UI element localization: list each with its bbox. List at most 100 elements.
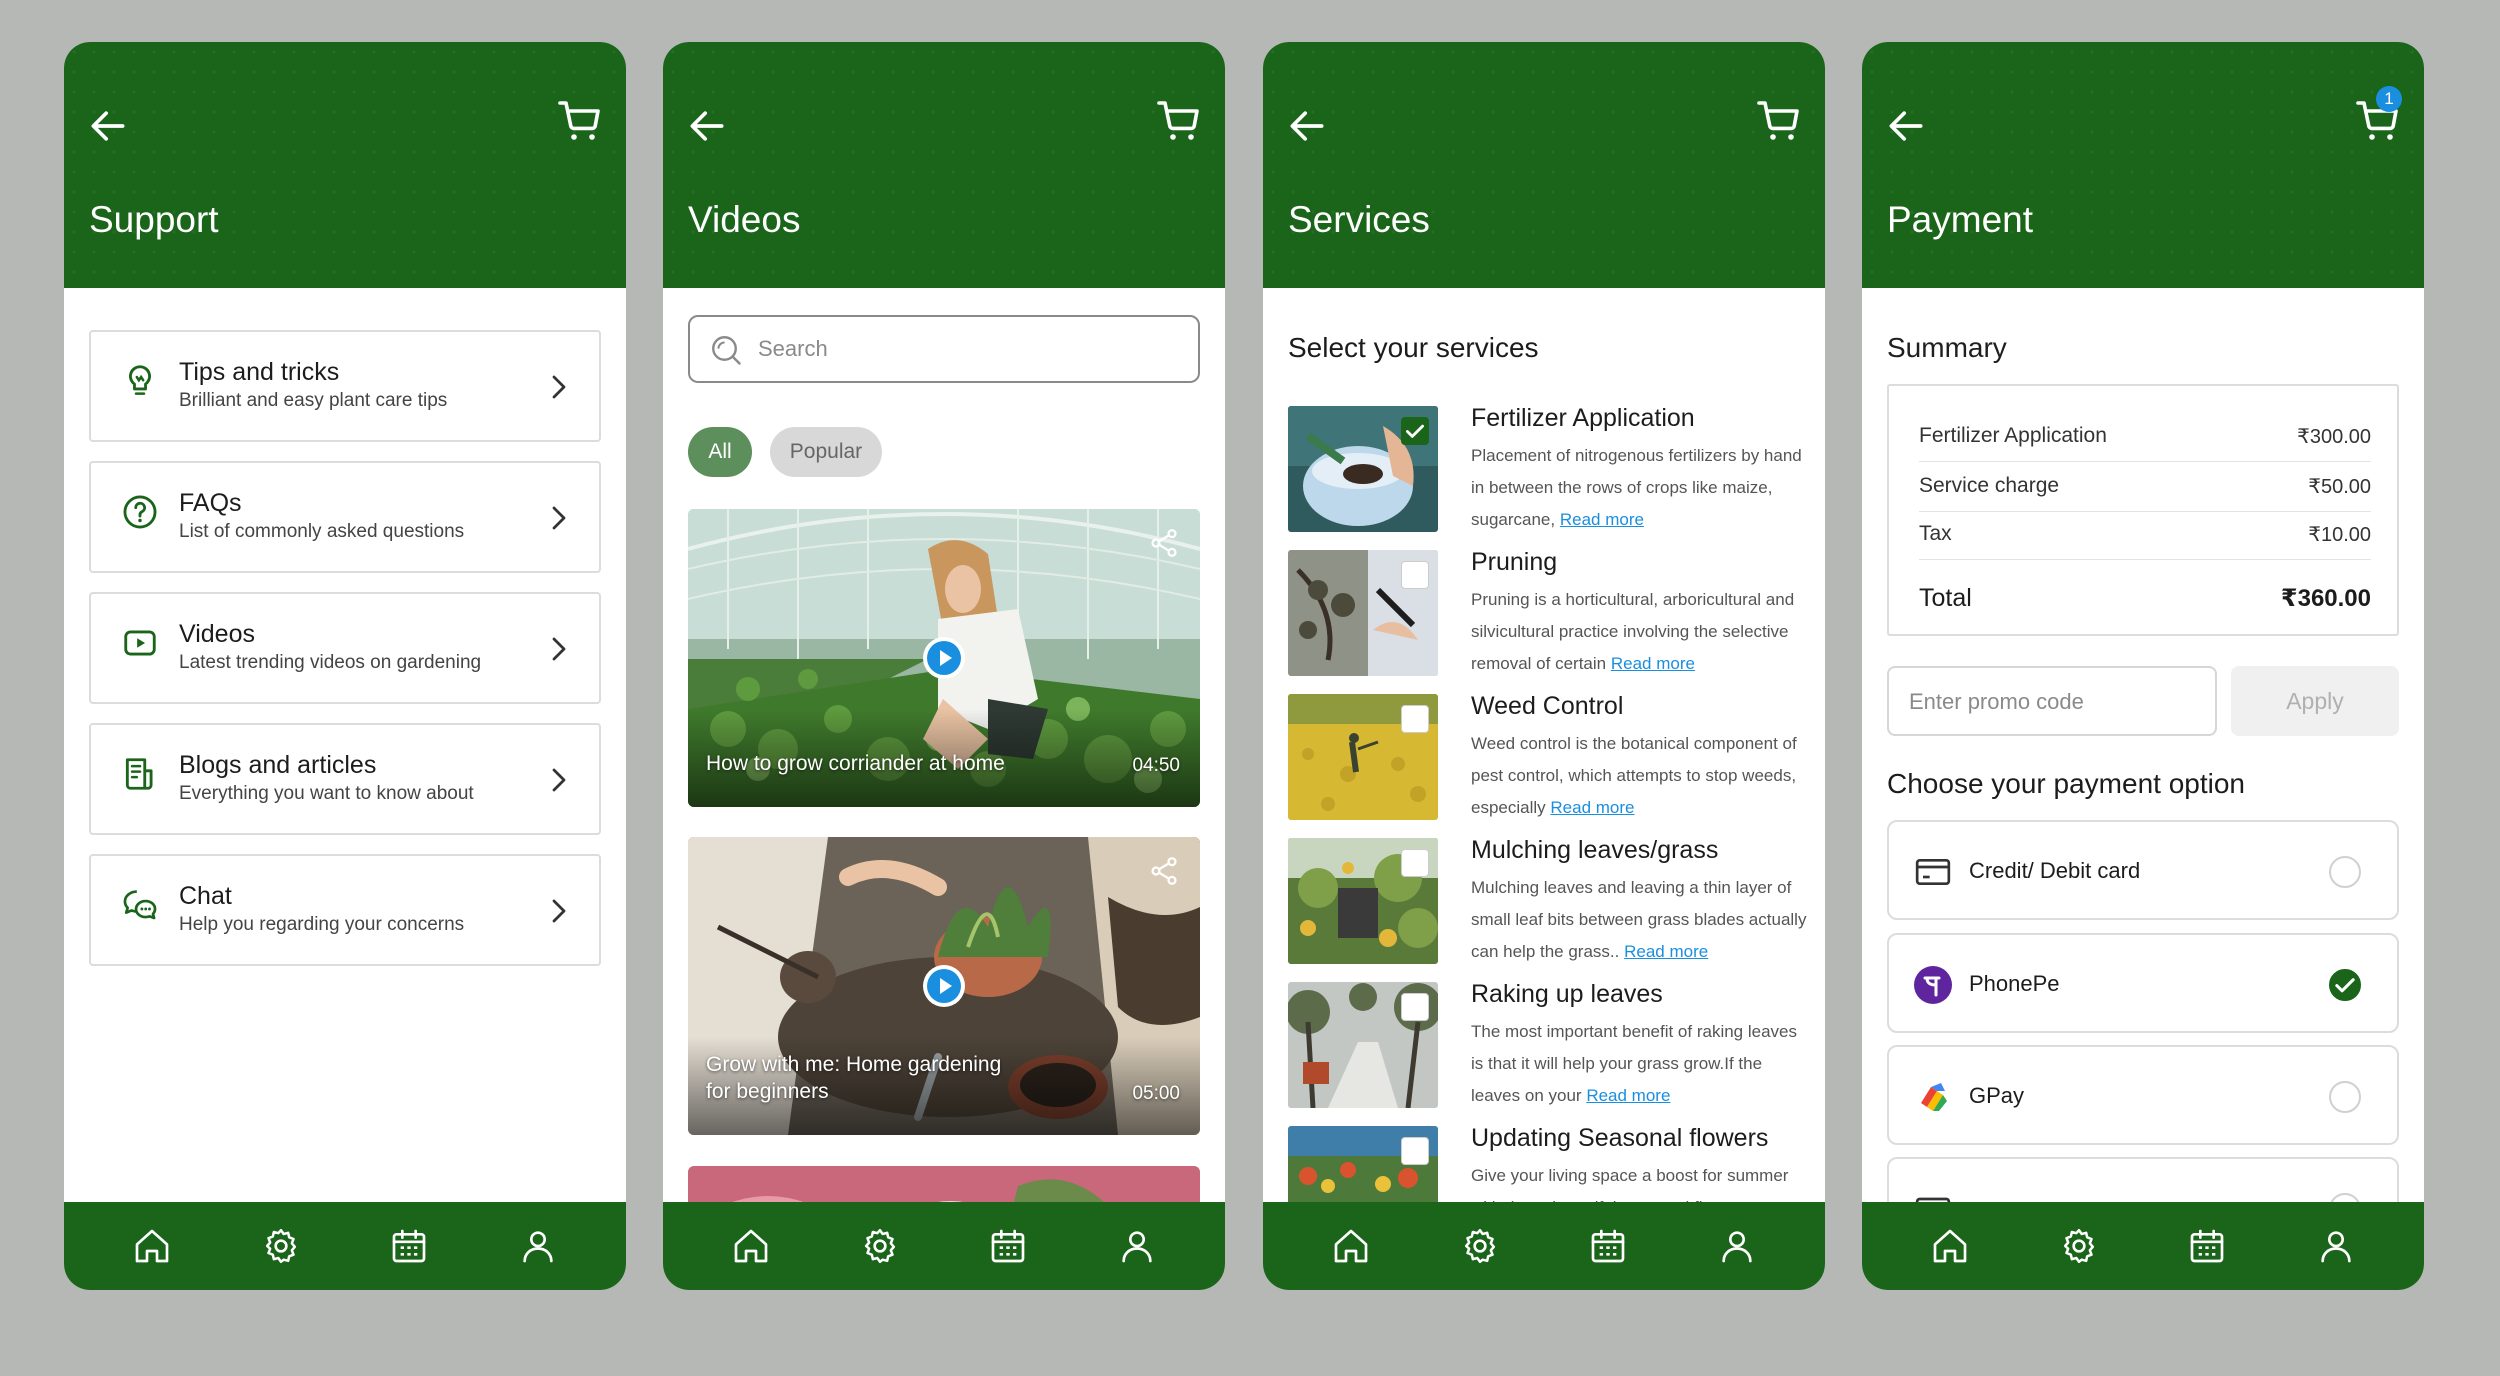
service-item[interactable]: Mulching leaves/grass Mulching leaves an… (1288, 836, 1811, 968)
read-more-link[interactable]: Read more (1586, 1086, 1670, 1105)
support-item-title: Chat (179, 882, 232, 910)
bottom-nav (64, 1202, 626, 1290)
support-item-blogs[interactable]: Blogs and articles Everything you want t… (89, 723, 601, 835)
chevron-right-icon (547, 372, 571, 402)
read-more-link[interactable]: Read more (1624, 942, 1708, 961)
chip-popular[interactable]: Popular (770, 427, 882, 477)
read-more-link[interactable]: Read more (1560, 510, 1644, 529)
support-item-title: Blogs and articles (179, 751, 377, 779)
payment-screen: 1 Payment Summary Fertilizer Application… (1862, 42, 2424, 1290)
promo-box (1887, 666, 2217, 736)
service-item[interactable]: Weed Control Weed control is the botanic… (1288, 692, 1811, 824)
home-icon[interactable] (1331, 1226, 1371, 1266)
profile-icon[interactable] (1717, 1226, 1757, 1266)
summary-row: Fertilizer Application ₹300.00 (1919, 424, 2371, 462)
service-title: Fertilizer Application (1471, 404, 1695, 432)
summary-total-row: Total ₹360.00 (1919, 584, 2371, 613)
service-checkbox[interactable] (1401, 849, 1429, 877)
video-title: Grow with me: Home gardening for beginne… (706, 1053, 1002, 1103)
cart-icon[interactable] (556, 97, 604, 145)
video-duration: 05:00 (1132, 1083, 1180, 1104)
chevron-right-icon (547, 896, 571, 926)
summary-label: Service charge (1919, 474, 2060, 497)
support-item-chat[interactable]: Chat Help you regarding your concerns (89, 854, 601, 966)
calendar-icon[interactable] (389, 1226, 429, 1266)
home-icon[interactable] (132, 1226, 172, 1266)
service-title: Updating Seasonal flowers (1471, 1124, 1769, 1152)
calendar-icon[interactable] (2187, 1226, 2227, 1266)
chevron-right-icon (547, 634, 571, 664)
search-input[interactable] (758, 329, 1178, 369)
cart-count-badge: 1 (2376, 86, 2402, 112)
back-arrow-icon[interactable] (86, 104, 130, 148)
service-description: The most important benefit of raking lea… (1471, 1016, 1811, 1112)
home-icon[interactable] (1930, 1226, 1970, 1266)
service-checkbox[interactable] (1401, 417, 1429, 445)
home-icon[interactable] (731, 1226, 771, 1266)
service-item[interactable]: Pruning Pruning is a horticultural, arbo… (1288, 548, 1808, 680)
settings-icon[interactable] (1460, 1226, 1500, 1266)
video-card[interactable]: How to grow corriander at home 04:50 (688, 509, 1200, 807)
settings-icon[interactable] (261, 1226, 301, 1266)
cart-icon[interactable] (1155, 97, 1203, 145)
profile-icon[interactable] (518, 1226, 558, 1266)
service-title: Mulching leaves/grass (1471, 836, 1719, 864)
profile-icon[interactable] (2316, 1226, 2356, 1266)
calendar-icon[interactable] (988, 1226, 1028, 1266)
video-icon (124, 630, 156, 656)
read-more-link[interactable]: Read more (1550, 798, 1634, 817)
summary-box: Fertilizer Application ₹300.00 Service c… (1887, 384, 2399, 636)
video-card[interactable]: Grow with me: Home gardening for beginne… (688, 837, 1200, 1135)
phonepe-icon (1914, 966, 1952, 1004)
apply-button[interactable]: Apply (2231, 666, 2399, 736)
video-duration: 04:50 (1132, 755, 1180, 776)
service-description: Placement of nitrogenous fertilizers by … (1471, 440, 1811, 536)
summary-value: ₹10.00 (2308, 524, 2371, 546)
gpay-icon (1921, 1083, 1947, 1111)
summary-label: Tax (1919, 522, 1952, 545)
settings-icon[interactable] (2059, 1226, 2099, 1266)
service-checkbox[interactable] (1401, 705, 1429, 733)
summary-label: Fertilizer Application (1919, 424, 2107, 447)
payment-option-card[interactable]: Credit/ Debit card (1887, 820, 2399, 920)
radio-button[interactable] (2329, 856, 2361, 888)
back-arrow-icon[interactable] (1285, 104, 1329, 148)
share-icon[interactable] (1148, 855, 1180, 887)
back-arrow-icon[interactable] (1884, 104, 1928, 148)
service-title: Pruning (1471, 548, 1558, 576)
play-icon[interactable] (921, 635, 967, 681)
service-description: Weed control is the botanical component … (1471, 728, 1811, 824)
payment-option-label: PhonePe (1969, 971, 2060, 996)
service-description: Mulching leaves and leaving a thin layer… (1471, 872, 1811, 968)
support-item-title: FAQs (179, 489, 242, 517)
radio-button-selected[interactable] (2329, 969, 2361, 1001)
promo-code-input[interactable] (1909, 684, 2199, 720)
read-more-link[interactable]: Read more (1611, 654, 1695, 673)
payment-option-gpay[interactable]: GPay (1887, 1045, 2399, 1145)
support-item-subtitle: Latest trending videos on gardening (179, 652, 482, 673)
settings-icon[interactable] (860, 1226, 900, 1266)
search-box (688, 315, 1200, 383)
total-label: Total (1919, 584, 1972, 612)
service-checkbox[interactable] (1401, 1137, 1429, 1165)
service-item[interactable]: Fertilizer Application Placement of nitr… (1288, 404, 1811, 536)
calendar-icon[interactable] (1588, 1226, 1628, 1266)
profile-icon[interactable] (1117, 1226, 1157, 1266)
support-item-faqs[interactable]: FAQs List of commonly asked questions (89, 461, 601, 573)
summary-value: ₹50.00 (2308, 476, 2371, 498)
back-arrow-icon[interactable] (685, 104, 729, 148)
chip-all[interactable]: All (688, 427, 752, 477)
summary-row: Service charge ₹50.00 (1919, 474, 2371, 512)
support-item-videos[interactable]: Videos Latest trending videos on gardeni… (89, 592, 601, 704)
payment-option-phonepe[interactable]: PhonePe (1887, 933, 2399, 1033)
radio-button[interactable] (2329, 1081, 2361, 1113)
service-item[interactable]: Raking up leaves The most important bene… (1288, 980, 1811, 1112)
share-icon[interactable] (1148, 527, 1180, 559)
cart-icon[interactable] (1755, 97, 1803, 145)
service-checkbox[interactable] (1401, 993, 1429, 1021)
play-icon[interactable] (921, 963, 967, 1009)
chevron-right-icon (547, 765, 571, 795)
support-item-tips[interactable]: Tips and tricks Brilliant and easy plant… (89, 330, 601, 442)
service-checkbox[interactable] (1401, 561, 1429, 589)
total-value: ₹360.00 (2280, 585, 2371, 612)
